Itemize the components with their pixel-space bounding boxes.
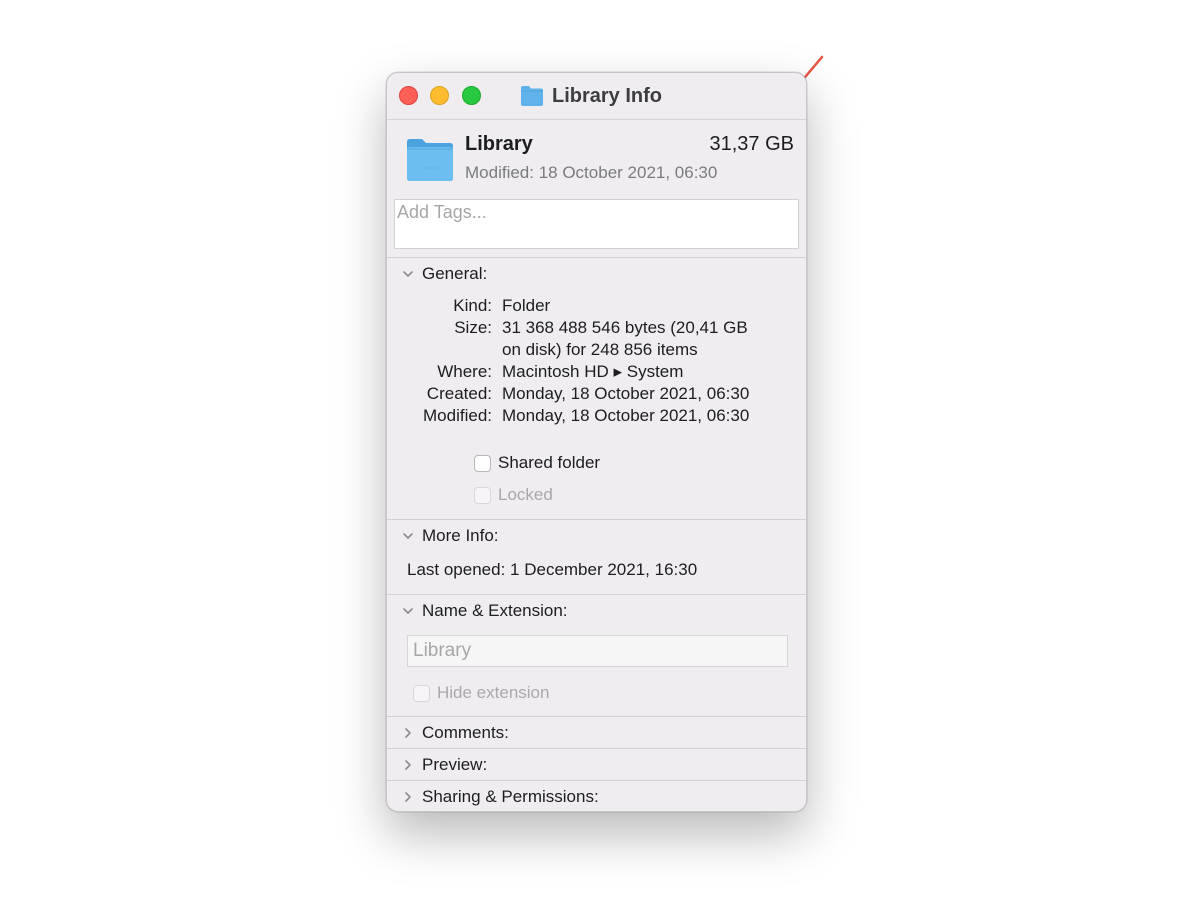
checkbox[interactable] [413, 684, 430, 702]
file-size: 31,37 GB [709, 133, 794, 155]
divider [387, 780, 806, 781]
tags-input[interactable]: Add Tags... [394, 199, 799, 249]
checkbox[interactable] [474, 486, 491, 504]
file-name: Library [465, 133, 533, 155]
locked-checkbox[interactable]: Locked [474, 485, 553, 505]
info-window: Library Info Library 31,37 GB Modified: … [386, 72, 807, 812]
info-row: Created: Monday, 18 October 2021, 06:30 [426, 384, 750, 403]
section-preview-header[interactable]: Preview: [401, 754, 487, 776]
divider [387, 519, 806, 520]
checkbox[interactable] [474, 454, 491, 472]
info-row: on disk) for 248 856 items [502, 340, 698, 359]
section-comments-header[interactable]: Comments: [401, 722, 509, 744]
section-name-extension-header[interactable]: Name & Extension: [401, 600, 568, 622]
divider [387, 257, 806, 258]
shared-folder-checkbox[interactable]: Shared folder [474, 453, 600, 473]
info-row: Kind: Folder [453, 296, 551, 315]
divider [387, 716, 806, 717]
hide-extension-checkbox[interactable]: Hide extension [413, 683, 549, 703]
section-general-header[interactable]: General: [401, 263, 487, 285]
general-info: Kind: Folder Size: 31 368 488 546 bytes … [387, 296, 806, 428]
chevron-down-icon [403, 271, 413, 277]
minimize-button[interactable] [430, 86, 449, 105]
chevron-right-icon [405, 760, 411, 770]
zoom-button[interactable] [462, 86, 481, 105]
close-button[interactable] [399, 86, 418, 105]
name-input[interactable]: Library [407, 635, 788, 667]
chevron-down-icon [403, 608, 413, 614]
chevron-down-icon [403, 533, 413, 539]
info-row: Modified: Monday, 18 October 2021, 06:30 [423, 406, 750, 425]
chevron-right-icon [405, 792, 411, 802]
folder-icon [521, 86, 543, 106]
title-bar[interactable]: Library Info [387, 73, 806, 119]
section-more-info-header[interactable]: More Info: [401, 525, 499, 547]
info-row: Size: 31 368 488 546 bytes (20,41 GB [454, 318, 748, 337]
divider [387, 748, 806, 749]
chevron-right-icon [405, 728, 411, 738]
tags-placeholder: Add Tags... [397, 202, 487, 222]
last-opened: Last opened: 1 December 2021, 16:30 [407, 560, 698, 579]
section-sharing-header[interactable]: Sharing & Permissions: [401, 786, 599, 808]
divider [387, 119, 806, 120]
window-title: Library Info [520, 83, 662, 109]
divider [387, 594, 806, 595]
folder-icon [407, 139, 453, 181]
info-row: Where: Macintosh HD ▸ System [437, 362, 684, 381]
modified-date: Modified: 18 October 2021, 06:30 [465, 163, 718, 182]
